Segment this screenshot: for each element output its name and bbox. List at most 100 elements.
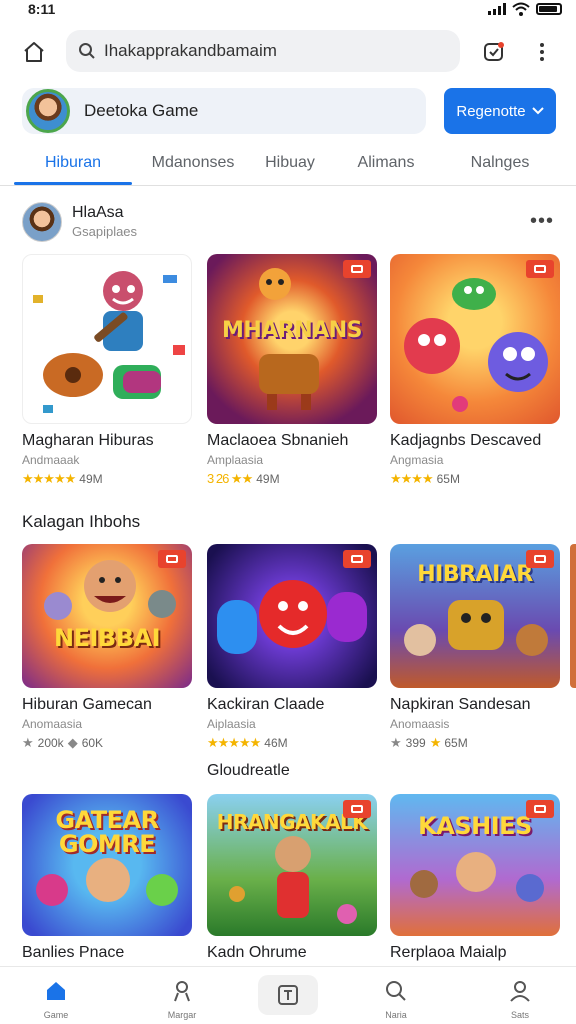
search-icon [386, 981, 406, 1001]
nav-label: Margar [167, 1010, 197, 1020]
account-icon [510, 981, 530, 1002]
section-title: Kalagan Ihbohs [22, 512, 141, 531]
account-card[interactable]: Deetoka Game [22, 88, 426, 134]
tab-nalnges[interactable]: Nalnges [450, 154, 550, 172]
ad-badge-icon [158, 550, 186, 568]
developer-header[interactable]: HlaAsa Gsapiplaes ••• [22, 200, 562, 244]
account-name: Deetoka Game [84, 101, 199, 120]
app-developer: Anomaasis [390, 717, 450, 731]
search-bar[interactable] [66, 30, 460, 72]
app-meta: ★★★★ 65M [390, 471, 560, 487]
app-title: Rerplaoa Maialp [390, 944, 507, 961]
app-title: Hiburan Gamecan [22, 696, 152, 713]
rating-stars: ★★★★ [390, 471, 434, 486]
nav-naria[interactable]: Naria [366, 979, 426, 1020]
app-title: Napkiran Sandesan [390, 696, 531, 713]
more-vertical-icon [540, 43, 544, 61]
rating-stars: ★★★★★ [22, 471, 76, 486]
more-horizontal-icon[interactable]: ••• [530, 210, 554, 233]
app-card[interactable]: NEIBBAI Hiburan Gamecan Anomaasia ★ 200k… [22, 544, 192, 751]
app-title: Kackiran Claade [207, 696, 325, 713]
app-card[interactable]: MHARNANS Maclaoea Sbnanieh Amplaasia 3 2… [207, 254, 377, 487]
nav-center[interactable] [258, 975, 318, 1015]
app-meta: ★★★★★ 46M [207, 735, 377, 751]
chevron-down-icon [531, 107, 544, 115]
app-developer: Andmaaak [22, 453, 80, 467]
app-card[interactable]: KASHIES Rerplaoa Maialp [390, 794, 560, 962]
active-tab-indicator [14, 182, 132, 185]
app-thumbnail: MHARNANS [207, 254, 377, 424]
home-icon [47, 982, 65, 1000]
app-thumbnail: KASHIES [390, 794, 560, 936]
app-meta: ★ 200k ◆ 60K [22, 735, 192, 751]
rating-stars: ★★★★★ [207, 735, 261, 750]
rating-value: 399 [405, 736, 426, 750]
tab-hibuay[interactable]: Hibuay [250, 154, 330, 172]
app-developer: Anomaasia [22, 717, 83, 731]
next-card-peek[interactable] [570, 544, 576, 688]
star-icon: ★ [429, 735, 442, 750]
rating-value: 200k [37, 736, 64, 750]
nav-label: Naria [385, 1010, 407, 1020]
status-time: 8:11 [28, 1, 56, 17]
nav-margar[interactable]: Margar [152, 979, 212, 1020]
battery-icon [536, 3, 562, 15]
app-developer: Aiplaasia [207, 717, 256, 731]
app-card[interactable]: HRANGAKALK Kadn Ohrume [207, 794, 377, 962]
tab-mdanonses[interactable]: Mdanonses [142, 154, 244, 172]
signal-icon [488, 3, 506, 15]
search-icon [79, 43, 95, 59]
app-thumbnail [390, 254, 560, 424]
app-card[interactable]: HIBRAIAR Napkiran Sandesan Anomaasis ★ 3… [390, 544, 560, 751]
nav-game[interactable]: Game [26, 979, 86, 1020]
app-card[interactable]: Magharan Hiburas Andmaaak ★★★★★ 49M [22, 254, 192, 487]
download-count: 49M [79, 472, 103, 486]
wifi-icon [512, 2, 530, 16]
app-title: Banlies Pnace [22, 944, 125, 961]
ad-badge-icon [526, 800, 554, 818]
status-icons [488, 2, 562, 16]
app-developer: Angmasia [390, 453, 444, 467]
app-developer: Amplaasia [207, 453, 264, 467]
avatar [26, 89, 70, 133]
app-card[interactable]: GATEAR GOMRE Banlies Pnace [22, 794, 192, 962]
rating-stars: 3 26 ★★ [207, 471, 253, 486]
search-input[interactable] [104, 41, 444, 61]
section-title: Gloudreatle [207, 762, 290, 779]
notification-button[interactable] [478, 36, 510, 68]
developer-subtitle: Gsapiplaes [72, 224, 138, 239]
app-card[interactable]: Kackiran Claade Aiplaasia ★★★★★ 46M [207, 544, 377, 751]
star-icon: ★ [22, 735, 34, 750]
app-title: Kadjagnbs Descaved [390, 432, 542, 449]
home-button[interactable] [18, 36, 50, 68]
app-meta: 3 26 ★★ 49M [207, 471, 377, 487]
game-art [404, 278, 548, 412]
app-thumbnail: GATEAR GOMRE [22, 794, 192, 936]
game-art-title: MHARNANS [222, 318, 362, 343]
app-card[interactable]: Kadjagnbs Descaved Angmasia ★★★★ 65M [390, 254, 560, 487]
developer-avatar [22, 202, 62, 242]
app-thumbnail [22, 254, 192, 424]
app-title: Maclaoea Sbnanieh [207, 432, 349, 449]
nav-sats[interactable]: Sats [490, 979, 550, 1020]
ad-badge-icon [526, 260, 554, 278]
download-count: 46M [264, 736, 288, 750]
tab-alimans[interactable]: Alimans [344, 154, 428, 172]
region-dropdown-button[interactable]: Regenotte [444, 88, 556, 134]
download-count: 65M [436, 472, 460, 486]
square-icon [278, 985, 298, 1005]
app-thumbnail: NEIBBAI [22, 544, 192, 688]
app-meta: ★★★★★ 49M [22, 471, 192, 487]
tab-hiburan[interactable]: Hiburan [14, 154, 132, 172]
notification-icon [484, 42, 504, 61]
game-art [33, 271, 185, 413]
ad-badge-icon [343, 550, 371, 568]
ad-badge-icon [343, 260, 371, 278]
region-button-label: Regenotte [456, 102, 526, 120]
person-icon [174, 981, 190, 1002]
developer-name: HlaAsa [72, 204, 124, 221]
status-bar: 8:11 [0, 0, 576, 22]
overflow-menu-button[interactable] [530, 36, 554, 68]
home-icon [24, 42, 44, 62]
ad-badge-icon [526, 550, 554, 568]
